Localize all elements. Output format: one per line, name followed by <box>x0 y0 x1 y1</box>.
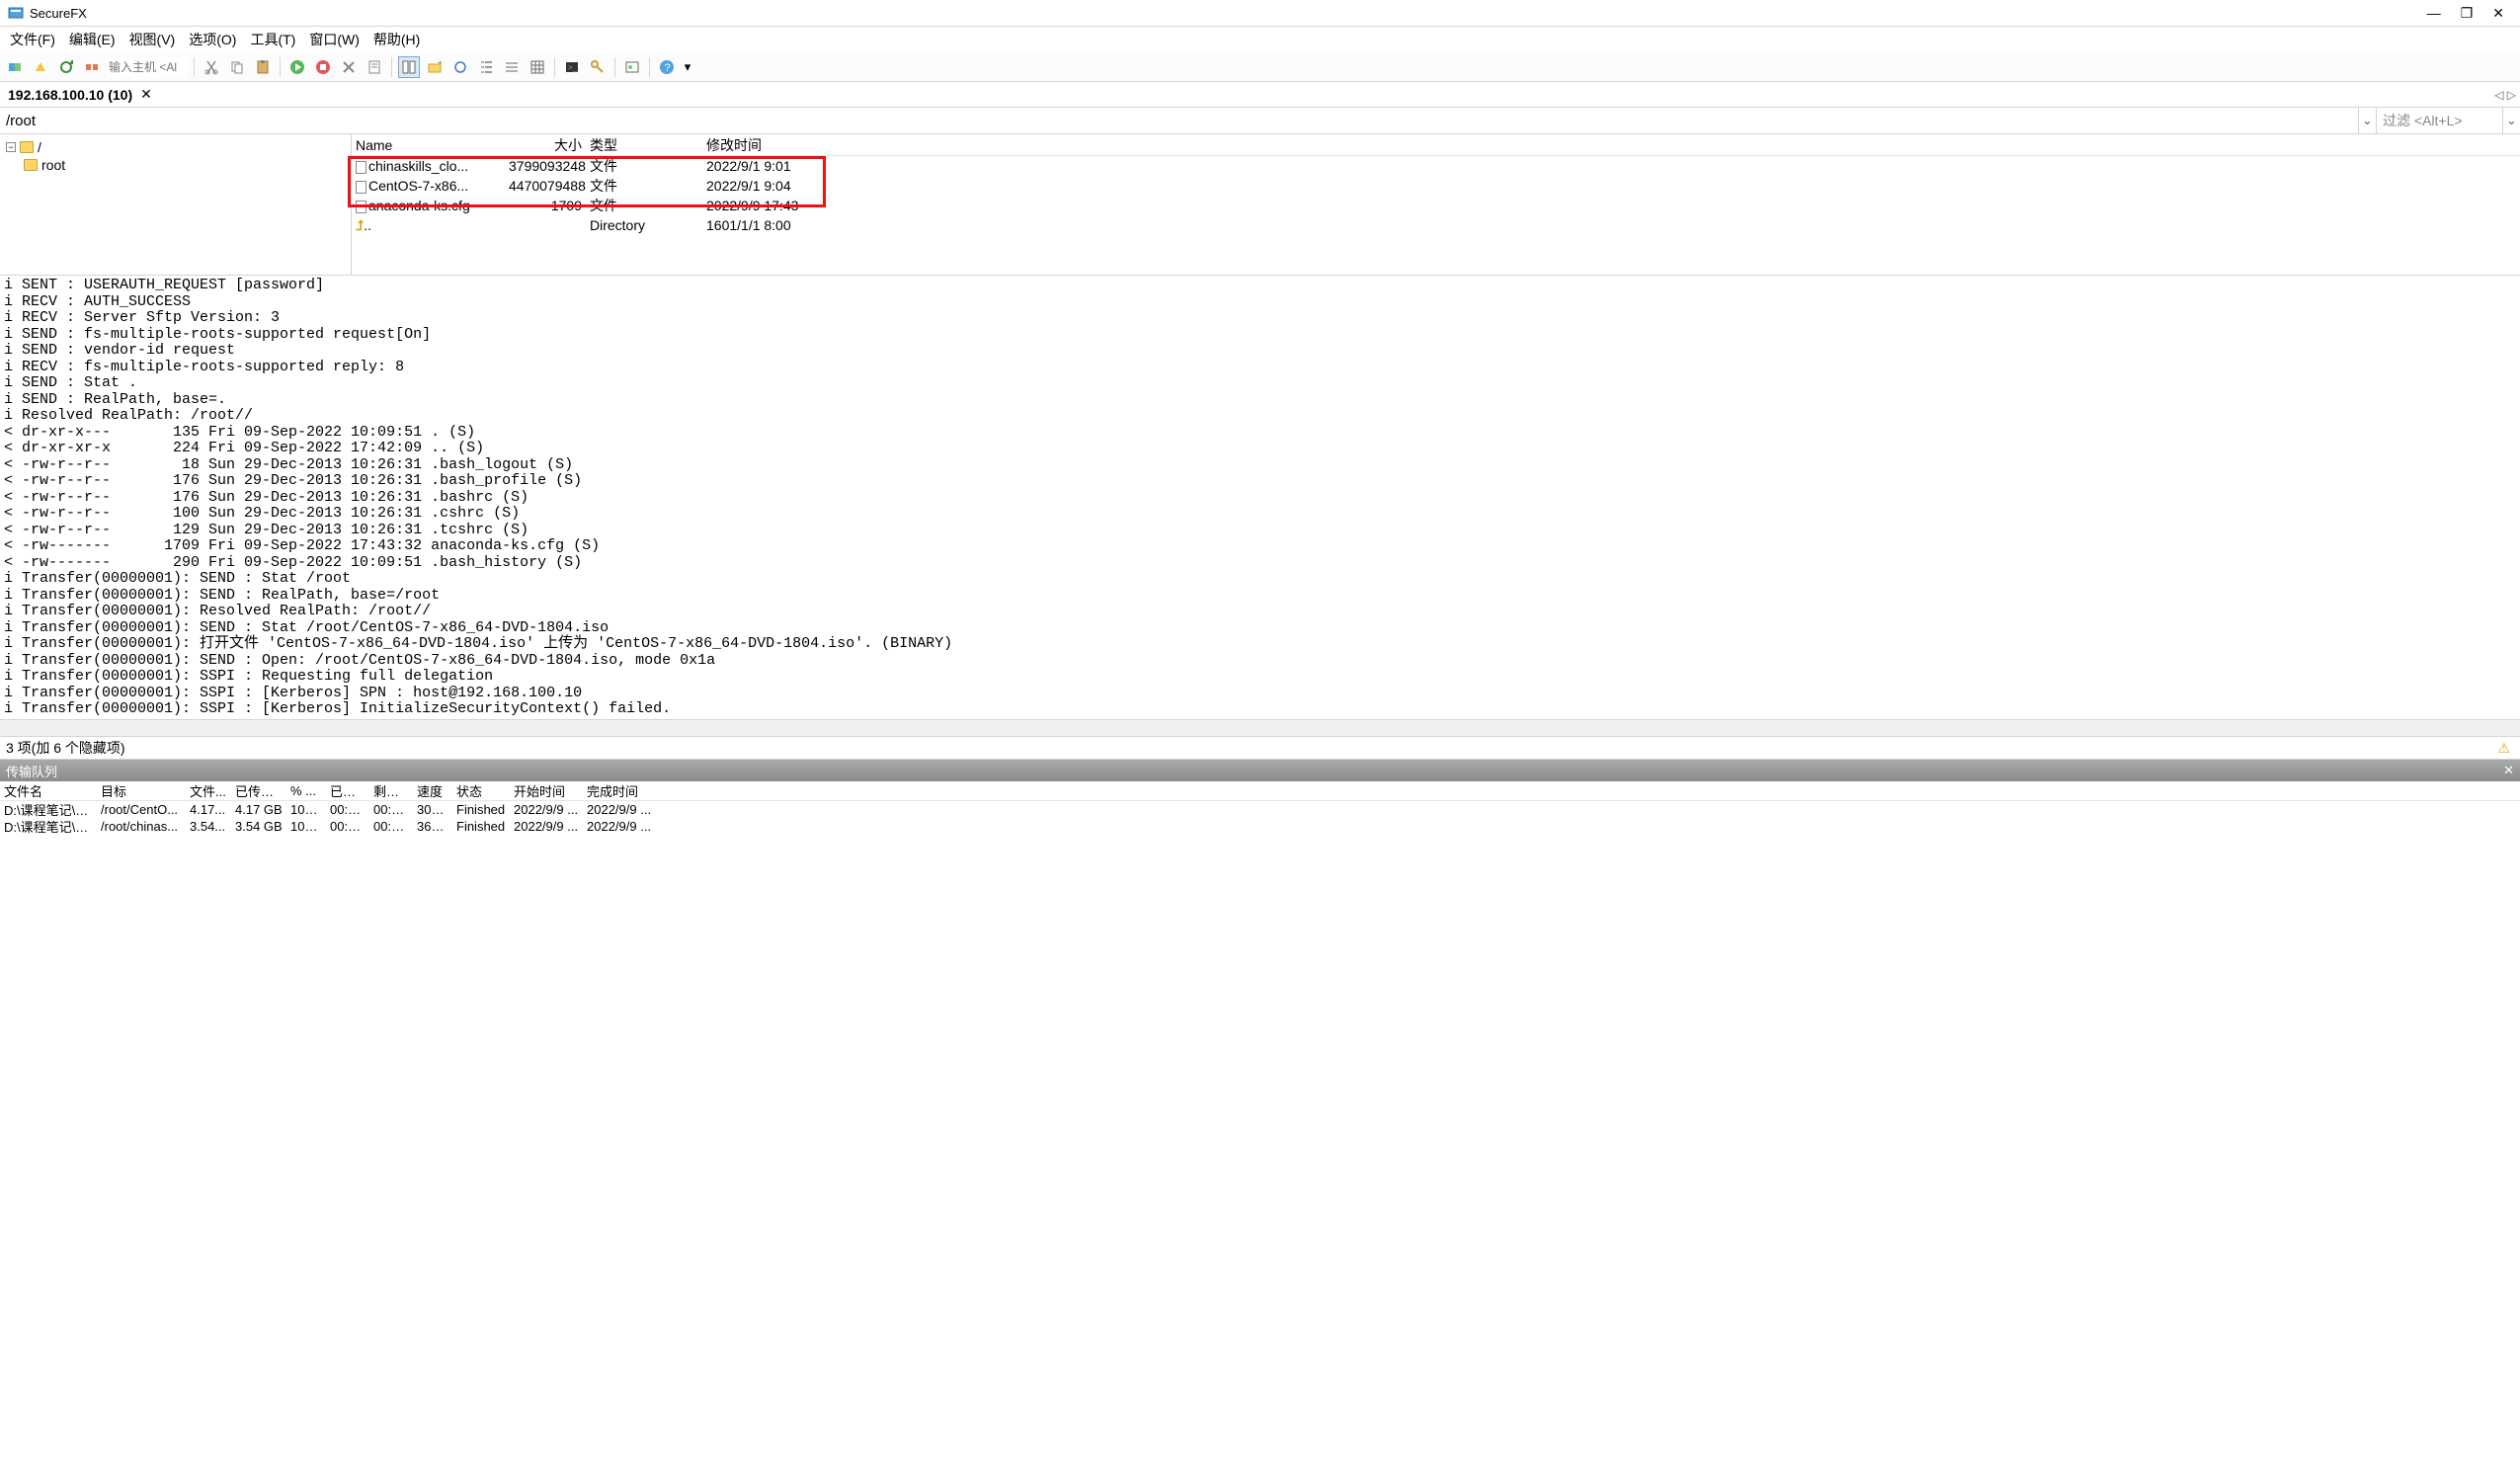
queue-close-icon[interactable]: ✕ <box>2503 763 2514 778</box>
titlebar: SecureFX — ❐ ✕ <box>0 0 2520 27</box>
col-filename[interactable]: 文件名 <box>0 780 97 801</box>
options-icon[interactable] <box>621 56 643 78</box>
app-title: SecureFX <box>30 6 2427 21</box>
col-filesize[interactable]: 文件... <box>186 780 231 801</box>
col-start[interactable]: 开始时间 <box>510 780 583 801</box>
transfer-queue-header: 传输队列 ✕ <box>0 760 2520 781</box>
menubar: 文件(F) 编辑(E) 视图(V) 选项(O) 工具(T) 窗口(W) 帮助(H… <box>0 27 2520 52</box>
menu-edit[interactable]: 编辑(E) <box>63 28 122 51</box>
new-folder-icon[interactable]: + <box>424 56 446 78</box>
file-icon <box>356 181 366 194</box>
tree-label: root <box>41 157 65 173</box>
col-status[interactable]: 状态 <box>452 780 510 801</box>
session-tab[interactable]: 192.168.100.10 (10) ✕ <box>0 82 160 107</box>
list-view-icon[interactable] <box>501 56 523 78</box>
minimize-button[interactable]: — <box>2427 5 2441 22</box>
main-split: − / root Name 大小 类型 修改时间 chinaskills_clo… <box>0 134 2520 276</box>
menu-file[interactable]: 文件(F) <box>4 28 61 51</box>
dropdown-arrow-icon[interactable]: ▾ <box>682 56 693 78</box>
host-input[interactable] <box>107 57 188 77</box>
menu-help[interactable]: 帮助(H) <box>367 28 426 51</box>
delete-icon[interactable] <box>338 56 360 78</box>
key-icon[interactable] <box>587 56 609 78</box>
menu-window[interactable]: 窗口(W) <box>303 28 366 51</box>
col-size[interactable]: 大小 <box>505 134 586 156</box>
svg-text:?: ? <box>665 62 671 74</box>
col-percent[interactable]: % ... <box>286 782 326 799</box>
col-date[interactable]: 修改时间 <box>702 134 900 156</box>
list-item[interactable]: chinaskills_clo... 3799093248 文件 2022/9/… <box>352 156 2520 176</box>
tab-nav-arrows[interactable]: ◁ ▷ <box>2494 88 2516 102</box>
tab-close-icon[interactable]: ✕ <box>140 86 152 103</box>
folder-icon <box>24 159 38 171</box>
disconnect-icon[interactable] <box>81 56 103 78</box>
queue-row[interactable]: D:\课程笔记\op... /root/CentO... 4.17... 4.1… <box>0 801 2520 818</box>
list-item[interactable]: ⮥.. Directory 1601/1/1 8:00 <box>352 215 2520 235</box>
queue-title: 传输队列 <box>6 762 57 780</box>
layout-split-icon[interactable] <box>398 56 420 78</box>
log-pane[interactable]: i SENT : USERAUTH_REQUEST [password] i R… <box>0 276 2520 720</box>
col-destination[interactable]: 目标 <box>97 780 186 801</box>
play-icon[interactable] <box>286 56 308 78</box>
menu-tools[interactable]: 工具(T) <box>244 28 301 51</box>
col-end[interactable]: 完成时间 <box>583 780 656 801</box>
tree-child[interactable]: root <box>24 156 345 174</box>
list-item[interactable]: anaconda-ks.cfg 1709 文件 2022/9/9 17:43 <box>352 196 2520 215</box>
list-item[interactable]: CentOS-7-x86... 4470079488 文件 2022/9/1 9… <box>352 176 2520 196</box>
tab-bar: 192.168.100.10 (10) ✕ ◁ ▷ <box>0 82 2520 108</box>
close-button[interactable]: ✕ <box>2492 5 2504 22</box>
filter-input[interactable]: 过滤 <Alt+L> <box>2376 108 2502 133</box>
directory-tree[interactable]: − / root <box>0 134 352 275</box>
folder-icon <box>20 141 34 153</box>
path-input[interactable]: /root <box>0 111 2358 131</box>
terminal-icon[interactable]: >_ <box>561 56 583 78</box>
col-transferred[interactable]: 已传输... <box>231 780 286 801</box>
collapse-icon[interactable]: − <box>6 142 16 152</box>
status-bar: 3 项(加 6 个隐藏项) ⚠ <box>0 737 2520 760</box>
col-speed[interactable]: 速度 <box>413 780 452 801</box>
queue-columns[interactable]: 文件名 目标 文件... 已传输... % ... 已用... 剩余... 速度… <box>0 781 2520 801</box>
tree-root[interactable]: − / <box>6 138 345 156</box>
filter-dropdown-icon[interactable]: ⌄ <box>2502 108 2520 133</box>
connect-icon[interactable] <box>4 56 26 78</box>
status-text: 3 项(加 6 个隐藏项) <box>6 738 125 758</box>
window-controls: — ❐ ✕ <box>2427 5 2504 22</box>
tab-label: 192.168.100.10 (10) <box>8 87 132 103</box>
log-scrollbar-h[interactable] <box>0 720 2520 737</box>
quick-connect-icon[interactable] <box>30 56 51 78</box>
app-icon <box>8 5 24 21</box>
col-remaining[interactable]: 剩余... <box>369 780 413 801</box>
list-header[interactable]: Name 大小 类型 修改时间 <box>352 134 2520 156</box>
svg-text:>_: >_ <box>568 63 578 72</box>
help-icon[interactable]: ? <box>656 56 678 78</box>
col-name[interactable]: Name <box>352 136 505 154</box>
toolbar: + >_ ? ▾ <box>0 52 2520 82</box>
tree-label: / <box>38 139 41 155</box>
path-bar: /root ⌄ 过滤 <Alt+L> ⌄ <box>0 108 2520 134</box>
file-icon <box>356 201 366 213</box>
queue-row[interactable]: D:\课程笔记\op... /root/chinas... 3.54... 3.… <box>0 818 2520 835</box>
tree-view-icon[interactable] <box>475 56 497 78</box>
menu-options[interactable]: 选项(O) <box>183 28 242 51</box>
menu-view[interactable]: 视图(V) <box>123 28 182 51</box>
copy-icon[interactable] <box>226 56 248 78</box>
warning-icon: ⚠ <box>2497 740 2510 757</box>
detail-view-icon[interactable] <box>527 56 548 78</box>
list-body: chinaskills_clo... 3799093248 文件 2022/9/… <box>352 156 2520 235</box>
file-list: Name 大小 类型 修改时间 chinaskills_clo... 37990… <box>352 134 2520 275</box>
file-icon <box>356 161 366 174</box>
stop-icon[interactable] <box>312 56 334 78</box>
maximize-button[interactable]: ❐ <box>2461 5 2474 22</box>
svg-text:+: + <box>438 59 443 67</box>
reconnect-icon[interactable] <box>55 56 77 78</box>
cut-icon[interactable] <box>201 56 222 78</box>
sync-icon[interactable] <box>449 56 471 78</box>
col-type[interactable]: 类型 <box>586 134 702 156</box>
path-dropdown-icon[interactable]: ⌄ <box>2358 108 2376 133</box>
col-elapsed[interactable]: 已用... <box>326 780 369 801</box>
properties-icon[interactable] <box>364 56 385 78</box>
paste-icon[interactable] <box>252 56 274 78</box>
